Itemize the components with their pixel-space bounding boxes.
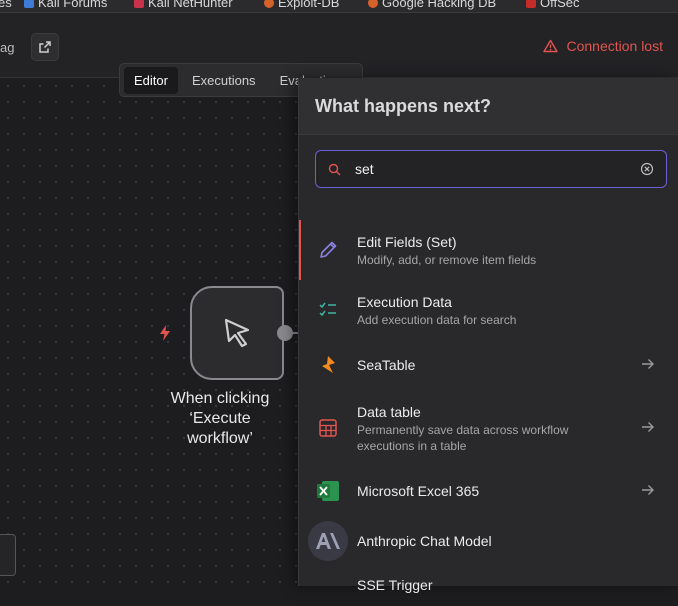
bookmark-item[interactable]: Kali NetHunter (134, 0, 233, 10)
bookmark-item[interactable]: Kali Forums (24, 0, 107, 10)
node-item-execution-data[interactable]: Execution Data Add execution data for se… (299, 280, 678, 340)
node-creator-panel: What happens next? Edit Fields (Set) Mod… (298, 78, 678, 593)
manual-trigger-node[interactable] (190, 286, 284, 380)
tab-editor[interactable]: Editor (124, 66, 178, 94)
kali-icon (24, 0, 34, 8)
node-output-handle[interactable] (277, 325, 293, 341)
bookmark-label: es (0, 0, 12, 10)
panel-title: What happens next? (299, 78, 678, 135)
node-item-name: Execution Data (357, 293, 452, 310)
warning-icon (543, 39, 559, 53)
seatable-icon (315, 352, 341, 378)
node-item-seatable[interactable]: SeaTable (299, 340, 678, 390)
bookmark-item[interactable]: Google Hacking DB (368, 0, 496, 10)
node-label: When clicking ‘Execute workflow’ (170, 390, 270, 447)
bookmark-item[interactable]: es (0, 0, 12, 10)
sse-icon (315, 576, 341, 602)
cursor-icon (224, 318, 250, 348)
node-item-name: SSE Trigger (357, 577, 433, 593)
excel-icon (315, 478, 341, 504)
node-item-edit-fields[interactable]: Edit Fields (Set) Modify, add, or remove… (299, 220, 678, 280)
node-item-name: Data table (357, 403, 421, 420)
node-item-description: Add execution data for search (357, 312, 517, 327)
external-link-icon (39, 41, 51, 53)
node-item-name: SeaTable (357, 357, 416, 373)
node-item-name: Anthropic Chat Model (357, 533, 492, 549)
node-item-excel[interactable]: Microsoft Excel 365 (299, 466, 678, 516)
node-results-list: Edit Fields (Set) Modify, add, or remove… (299, 220, 678, 606)
bookmark-label: OffSec (540, 0, 580, 10)
node-item-name: Edit Fields (Set) (357, 233, 457, 250)
checklist-icon (315, 297, 341, 323)
offsec-icon (526, 0, 536, 8)
connection-status-text: Connection lost (566, 38, 663, 54)
exploit-db-icon (264, 0, 274, 8)
pencil-icon (315, 237, 341, 263)
node-item-data-table[interactable]: Data table Permanently save data across … (299, 390, 678, 466)
node-item-name: Microsoft Excel 365 (357, 483, 480, 499)
node-item-anthropic[interactable]: Anthropic Chat Model (299, 516, 678, 566)
search-icon (328, 163, 341, 175)
ghdb-icon (368, 0, 378, 8)
anthropic-icon (308, 521, 348, 561)
bookmark-item[interactable]: OffSec (526, 0, 580, 10)
open-external-button[interactable] (31, 33, 59, 61)
tab-executions[interactable]: Executions (182, 67, 266, 94)
search-input[interactable] (341, 160, 640, 178)
bookmark-label: Kali Forums (38, 0, 108, 10)
bookmark-item[interactable]: Exploit-DB (264, 0, 339, 10)
node-item-description: Modify, add, or remove item fields (357, 252, 537, 267)
arrow-right-icon (641, 357, 657, 373)
arrow-right-icon (641, 420, 657, 436)
table-icon (315, 415, 341, 441)
bookmark-label: Exploit-DB (278, 0, 340, 10)
bookmarks-bar: es Kali Forums Kali NetHunter Exploit-DB… (0, 0, 678, 13)
bookmark-label: Google Hacking DB (382, 0, 497, 10)
clear-search-icon[interactable] (640, 162, 654, 176)
connection-status: Connection lost (543, 38, 663, 54)
search-box[interactable] (315, 150, 667, 188)
bookmark-label: Kali NetHunter (148, 0, 233, 10)
lightning-icon (160, 325, 170, 341)
kali-icon (134, 0, 144, 8)
canvas-control-button[interactable] (0, 534, 16, 576)
node-item-sse-trigger[interactable]: SSE Trigger (299, 566, 678, 606)
node-item-description: Permanently save data across workflow ex… (357, 422, 569, 453)
tag-label[interactable]: ag (0, 40, 14, 55)
arrow-right-icon (641, 483, 657, 499)
